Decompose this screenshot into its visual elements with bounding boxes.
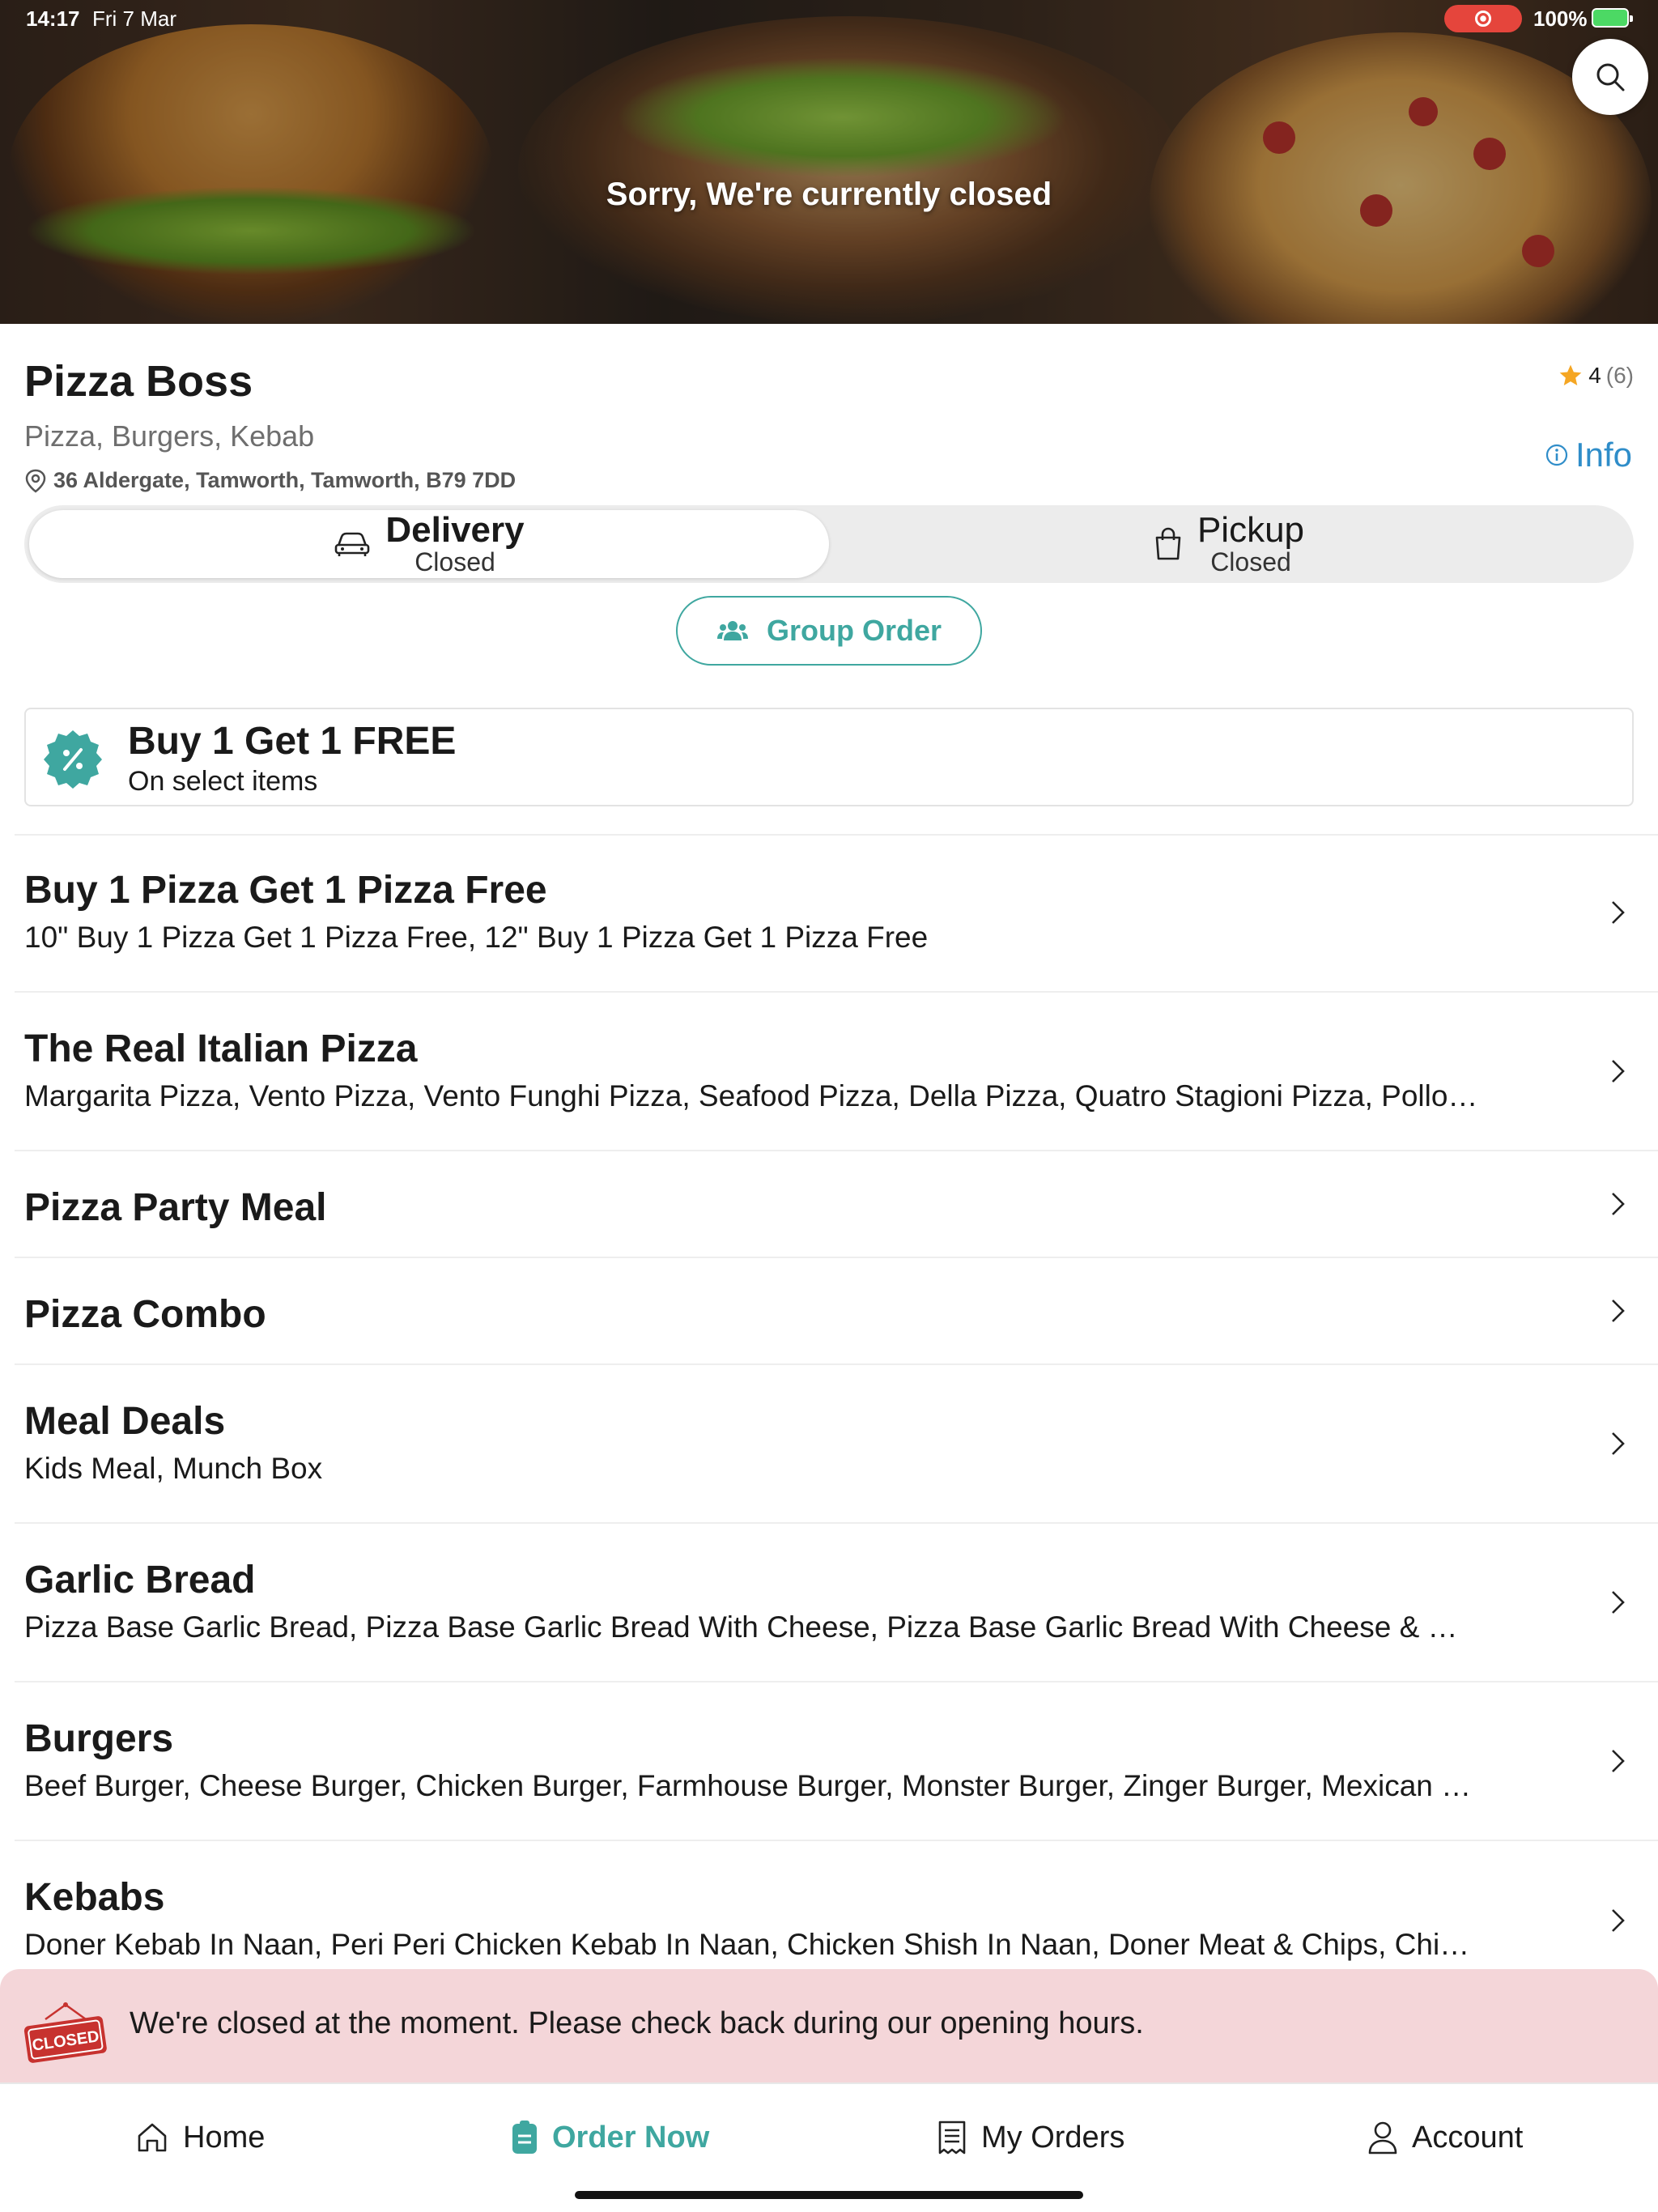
category-row[interactable]: Buy 1 Pizza Get 1 Pizza Free 10" Buy 1 P… <box>15 834 1658 993</box>
info-button[interactable]: Info <box>1545 436 1632 474</box>
location-pin-icon <box>25 469 46 493</box>
home-icon <box>138 2123 167 2152</box>
pickup-option[interactable]: Pickup Closed <box>829 510 1629 578</box>
delivery-label: Delivery <box>385 510 525 551</box>
chevron-right-icon <box>1612 1591 1625 1614</box>
order-icon <box>512 2121 537 2154</box>
closed-notice: CLOSED We're closed at the moment. Pleas… <box>0 1969 1658 2082</box>
search-button[interactable] <box>1572 39 1648 115</box>
promo-subtitle: On select items <box>128 766 318 797</box>
category-name: Buy 1 Pizza Get 1 Pizza Free <box>24 869 547 912</box>
category-row[interactable]: Kebabs Doner Kebab In Naan, Peri Peri Ch… <box>15 1841 1658 1967</box>
category-items: Beef Burger, Cheese Burger, Chicken Burg… <box>24 1769 1482 1802</box>
star-icon <box>1559 364 1582 385</box>
delivery-option[interactable]: Delivery Closed <box>29 510 829 578</box>
battery-icon <box>1592 8 1633 28</box>
category-row[interactable]: Meal Deals Kids Meal, Munch Box <box>15 1365 1658 1524</box>
category-row[interactable]: The Real Italian Pizza Margarita Pizza, … <box>15 993 1658 1151</box>
promo-card[interactable]: Buy 1 Get 1 FREE On select items <box>24 708 1634 806</box>
category-name: Pizza Combo <box>24 1293 266 1336</box>
pickup-label: Pickup <box>1197 510 1305 551</box>
chevron-right-icon <box>1612 1750 1625 1772</box>
receipt-icon <box>938 2121 966 2155</box>
category-name: Garlic Bread <box>24 1559 256 1602</box>
tab-order-now[interactable]: Order Now <box>510 2120 709 2155</box>
hero-banner: 14:17 Fri 7 Mar 100% Sorry, We're curren… <box>0 0 1658 324</box>
person-icon <box>1368 2121 1397 2155</box>
chevron-right-icon <box>1612 1909 1625 1932</box>
rating-count: (6) <box>1605 363 1634 388</box>
category-items: Pizza Base Garlic Bread, Pizza Base Garl… <box>24 1610 1482 1644</box>
hero-overlay <box>0 0 1658 324</box>
category-row[interactable]: Pizza Party Meal <box>15 1151 1658 1258</box>
category-items: Doner Kebab In Naan, Peri Peri Chicken K… <box>24 1928 1482 1961</box>
tab-my-orders-label: My Orders <box>981 2120 1125 2155</box>
tab-order-now-label: Order Now <box>552 2120 710 2155</box>
category-name: Pizza Party Meal <box>24 1186 327 1229</box>
car-icon <box>335 532 370 556</box>
category-items: Kids Meal, Munch Box <box>24 1452 323 1485</box>
tab-account-label: Account <box>1412 2120 1524 2155</box>
closed-sign-icon: CLOSED <box>23 2002 107 2063</box>
tab-home[interactable]: Home <box>134 2120 265 2155</box>
closed-message: We're closed at the moment. Please check… <box>130 2006 1144 2040</box>
delivery-status: Closed <box>414 547 495 577</box>
discount-badge-icon <box>44 730 102 789</box>
category-row[interactable]: Pizza Combo <box>15 1258 1658 1365</box>
tab-account[interactable]: Account <box>1367 2120 1523 2155</box>
battery-percent: 100% <box>1533 6 1588 31</box>
shopping-bag-icon <box>1155 527 1181 560</box>
chevron-right-icon <box>1612 901 1625 924</box>
status-bar: 14:17 Fri 7 Mar 100% <box>0 0 1658 39</box>
chevron-right-icon <box>1612 1060 1625 1083</box>
group-order-label: Group Order <box>766 614 942 647</box>
info-label: Info <box>1575 436 1632 474</box>
status-date: Fri 7 Mar <box>92 6 176 31</box>
category-items: 10" Buy 1 Pizza Get 1 Pizza Free, 12" Bu… <box>24 921 929 954</box>
status-time: 14:17 <box>26 6 80 31</box>
restaurant-cuisines: Pizza, Burgers, Kebab <box>24 419 315 453</box>
group-order-button[interactable]: Group Order <box>676 596 982 666</box>
category-list: Buy 1 Pizza Get 1 Pizza Free 10" Buy 1 P… <box>0 834 1658 1967</box>
tab-my-orders[interactable]: My Orders <box>936 2120 1124 2155</box>
chevron-right-icon <box>1612 1432 1625 1455</box>
restaurant-address: 36 Aldergate, Tamworth, Tamworth, B79 7D… <box>24 468 516 493</box>
address-text: 36 Aldergate, Tamworth, Tamworth, B79 7D… <box>53 468 517 492</box>
pickup-status: Closed <box>1210 547 1291 577</box>
category-row[interactable]: Burgers Beef Burger, Cheese Burger, Chic… <box>15 1682 1658 1841</box>
info-icon <box>1545 444 1568 466</box>
category-name: Burgers <box>24 1717 174 1760</box>
category-name: Meal Deals <box>24 1400 226 1443</box>
search-icon <box>1596 63 1625 91</box>
category-name: The Real Italian Pizza <box>24 1027 418 1070</box>
chevron-right-icon <box>1612 1193 1625 1215</box>
category-row[interactable]: Garlic Bread Pizza Base Garlic Bread, Pi… <box>15 1524 1658 1682</box>
rating[interactable]: 4 (6) <box>1558 363 1634 389</box>
category-name: Kebabs <box>24 1876 165 1919</box>
restaurant-name: Pizza Boss <box>24 357 253 406</box>
category-items: Margarita Pizza, Vento Pizza, Vento Fung… <box>24 1079 1482 1112</box>
home-indicator <box>575 2191 1083 2199</box>
closed-banner: Sorry, We're currently closed <box>606 177 1052 212</box>
chevron-right-icon <box>1612 1300 1625 1322</box>
group-icon <box>716 621 748 640</box>
promo-title: Buy 1 Get 1 FREE <box>128 720 457 763</box>
order-mode-toggle: Delivery Closed Pickup Closed <box>24 505 1634 583</box>
rating-value: 4 <box>1588 363 1601 388</box>
tab-home-label: Home <box>183 2120 266 2155</box>
screen-recording-icon <box>1444 5 1522 32</box>
